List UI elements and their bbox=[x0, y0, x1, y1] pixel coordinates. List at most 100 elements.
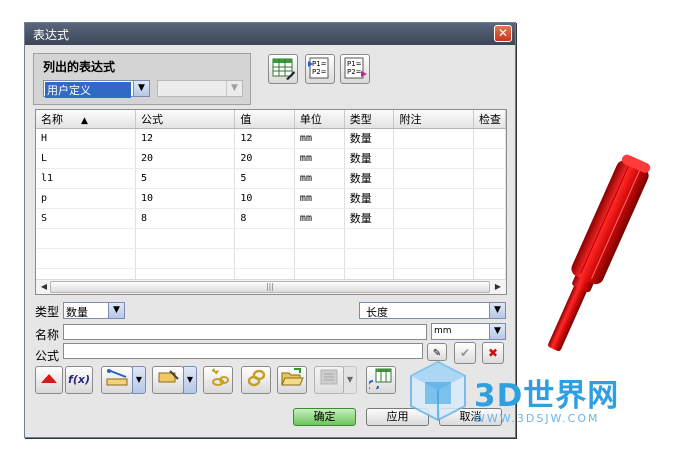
query-dropdown-toggle[interactable]: ▼ bbox=[183, 366, 197, 394]
tag-pencil-icon bbox=[158, 370, 179, 383]
table-cell[interactable]: p bbox=[36, 188, 137, 209]
secondary-filter-dropdown[interactable]: ▼ bbox=[157, 80, 243, 97]
scrollbar-thumb[interactable]: ||| bbox=[50, 281, 490, 293]
table-cell[interactable]: 5 bbox=[135, 168, 236, 189]
table-cell[interactable]: 数量 bbox=[344, 148, 395, 169]
table-cell[interactable]: H bbox=[36, 128, 137, 149]
scroll-left-icon[interactable]: ◀ bbox=[37, 281, 51, 293]
table-cell[interactable] bbox=[393, 188, 474, 209]
list-dropdown-toggle[interactable]: ▼ bbox=[343, 366, 357, 394]
table-cell[interactable]: S bbox=[36, 208, 137, 229]
table-cell[interactable]: 5 bbox=[234, 168, 295, 189]
column-header[interactable]: 单位 bbox=[294, 110, 345, 129]
column-header[interactable]: 名称 ▲ bbox=[36, 110, 137, 129]
table-row[interactable]: S 8 8 mm 数量 bbox=[36, 208, 506, 229]
dimension-dropdown[interactable]: 长度 ▼ bbox=[359, 302, 506, 319]
table-cell[interactable]: 数量 bbox=[344, 188, 395, 209]
table-cell[interactable]: mm bbox=[294, 128, 345, 149]
interpart-reference-button[interactable] bbox=[241, 366, 271, 394]
chevron-down-icon: ▼ bbox=[226, 81, 242, 96]
table-cell[interactable]: 数量 bbox=[344, 208, 395, 229]
scroll-right-icon[interactable]: ▶ bbox=[491, 281, 505, 293]
table-cell[interactable]: 数量 bbox=[344, 128, 395, 149]
type-dropdown[interactable]: 数量 ▼ bbox=[63, 302, 125, 319]
table-cell[interactable]: 8 bbox=[135, 208, 236, 229]
chevron-down-icon: ▼ bbox=[346, 375, 354, 384]
refresh-spreadsheet-button[interactable] bbox=[366, 366, 396, 394]
table-cell[interactable]: 12 bbox=[234, 128, 295, 149]
svg-text:P1=: P1= bbox=[312, 60, 327, 68]
table-cell[interactable]: 数量 bbox=[344, 168, 395, 189]
table-cell[interactable] bbox=[473, 208, 506, 229]
table-cell[interactable] bbox=[473, 128, 506, 149]
spreadsheet-edit-button[interactable] bbox=[268, 54, 298, 84]
chevron-down-icon: ▼ bbox=[489, 324, 505, 339]
column-header[interactable]: 附注 bbox=[393, 110, 474, 129]
svg-text:P2=: P2= bbox=[312, 68, 327, 76]
horizontal-scrollbar[interactable]: ◀ ||| ▶ bbox=[36, 279, 506, 294]
column-header[interactable]: 公式 bbox=[135, 110, 236, 129]
magic-link-icon bbox=[211, 368, 229, 386]
dialog-title-bar[interactable]: 表达式 ✕ bbox=[25, 23, 515, 45]
table-cell[interactable]: 8 bbox=[234, 208, 295, 229]
table-row[interactable]: H 12 12 mm 数量 bbox=[36, 128, 506, 149]
expression-filter-dropdown[interactable]: 用户定义 ▼ bbox=[43, 80, 150, 98]
table-row[interactable]: p 10 10 mm 数量 bbox=[36, 188, 506, 209]
table-cell bbox=[393, 248, 474, 269]
table-cell bbox=[473, 248, 506, 269]
table-cell[interactable] bbox=[393, 148, 474, 169]
unit-dropdown[interactable]: mm ▼ bbox=[431, 323, 506, 340]
column-header-label: 附注 bbox=[399, 112, 422, 126]
table-cell[interactable] bbox=[393, 208, 474, 229]
table-cell[interactable] bbox=[473, 168, 506, 189]
type-label: 类型 bbox=[35, 305, 60, 319]
close-button[interactable]: ✕ bbox=[494, 25, 512, 42]
query-button[interactable] bbox=[152, 366, 184, 394]
formula-input[interactable] bbox=[63, 343, 423, 359]
open-file-button[interactable] bbox=[277, 366, 307, 394]
table-cell bbox=[36, 228, 137, 249]
table-cell[interactable] bbox=[473, 148, 506, 169]
measure-dropdown-toggle[interactable]: ▼ bbox=[132, 366, 146, 394]
create-interpart-expression-button[interactable] bbox=[203, 366, 233, 394]
column-header-label: 名称 bbox=[41, 112, 63, 126]
table-cell[interactable]: 20 bbox=[234, 148, 295, 169]
table-cell[interactable]: 10 bbox=[135, 188, 236, 209]
column-header[interactable]: 值 bbox=[234, 110, 295, 129]
table-row[interactable]: L 20 20 mm 数量 bbox=[36, 148, 506, 169]
export-expressions-button[interactable]: P1= P2= bbox=[340, 54, 370, 84]
column-header[interactable]: 类型 bbox=[344, 110, 395, 129]
open-folder-icon bbox=[281, 368, 304, 386]
table-cell[interactable] bbox=[393, 128, 474, 149]
chevron-down-icon: ▼ bbox=[135, 375, 143, 384]
table-cell[interactable]: mm bbox=[294, 208, 345, 229]
table-cell[interactable]: 10 bbox=[234, 188, 295, 209]
3d-cube-logo bbox=[410, 360, 466, 422]
table-cell[interactable]: L bbox=[36, 148, 137, 169]
table-cell[interactable] bbox=[473, 188, 506, 209]
table-cell[interactable] bbox=[393, 168, 474, 189]
table-cell bbox=[234, 228, 295, 249]
ok-button[interactable]: 确定 bbox=[293, 408, 356, 426]
expressions-table[interactable]: 名称 ▲ 公式值单位 类型 附注 检查 H 12 12 mm 数量 L 20 20 mm 数量 l1 5 5 mm 数… bbox=[35, 109, 507, 295]
table-cell[interactable]: 20 bbox=[135, 148, 236, 169]
collapse-button[interactable] bbox=[35, 366, 63, 394]
measure-distance-button[interactable] bbox=[101, 366, 133, 394]
table-cell[interactable]: l1 bbox=[36, 168, 137, 189]
table-cell[interactable]: mm bbox=[294, 188, 345, 209]
chevron-down-icon: ▼ bbox=[186, 375, 194, 384]
list-button-disabled[interactable] bbox=[314, 366, 344, 394]
import-expressions-icon: P1= P2= bbox=[308, 57, 329, 79]
formula-label: 公式 bbox=[35, 349, 60, 363]
import-expressions-button[interactable]: P1= P2= bbox=[305, 54, 335, 84]
svg-text:P2=: P2= bbox=[347, 68, 362, 76]
table-cell[interactable]: 12 bbox=[135, 128, 236, 149]
column-header[interactable]: 检查 bbox=[473, 110, 506, 129]
name-input[interactable] bbox=[63, 324, 427, 340]
table-row[interactable]: l1 5 5 mm 数量 bbox=[36, 168, 506, 189]
reject-edit-button[interactable]: ✖ bbox=[482, 342, 504, 364]
table-cell[interactable]: mm bbox=[294, 148, 345, 169]
function-button[interactable]: f(x) bbox=[65, 366, 93, 394]
svg-text:P1=: P1= bbox=[347, 60, 362, 68]
table-cell[interactable]: mm bbox=[294, 168, 345, 189]
